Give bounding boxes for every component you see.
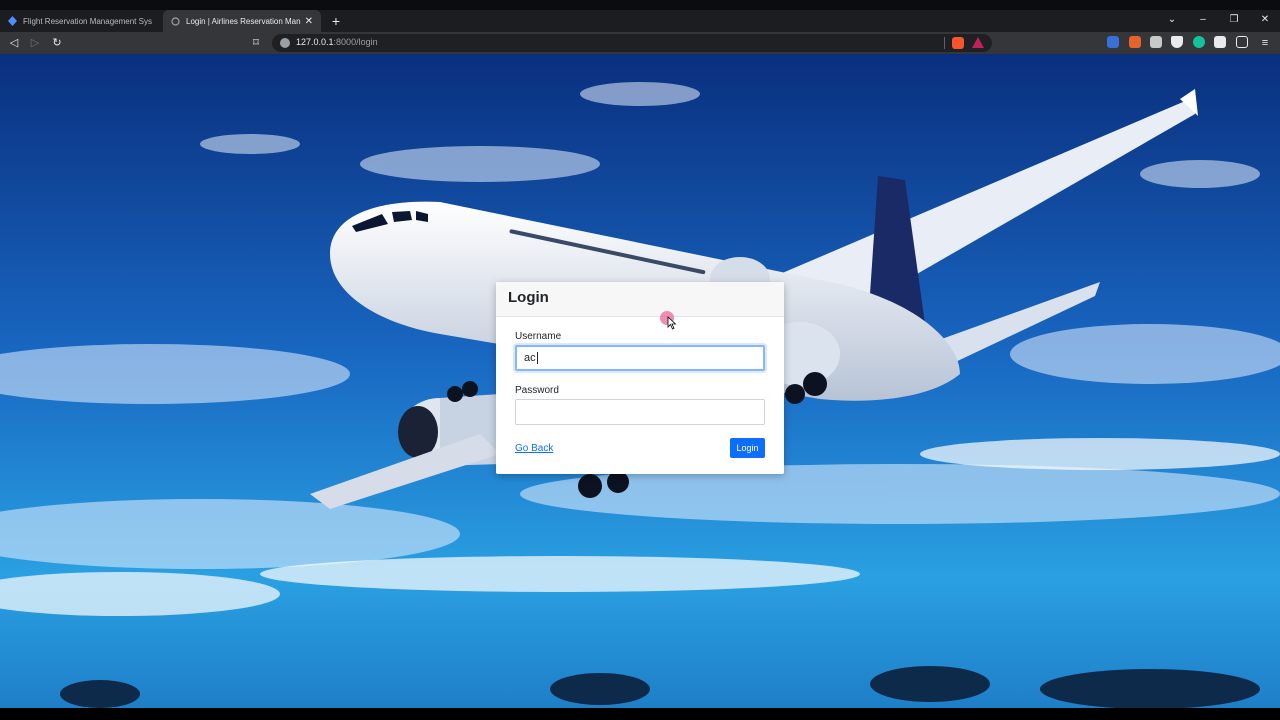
- tab-title: Flight Reservation Management Syste: [23, 16, 152, 26]
- window-top-strip: [0, 0, 1280, 10]
- camera-extension-icon[interactable]: [1150, 36, 1162, 48]
- tab-login[interactable]: Login | Airlines Reservation Mana ✕: [163, 10, 321, 32]
- browser-toolbar: ◁ ▷ ↻ ⌑ 127.0.0.1:8000/login ≡: [0, 32, 1280, 54]
- reload-icon[interactable]: ↻: [49, 35, 65, 51]
- minimize-icon[interactable]: –: [1193, 14, 1213, 28]
- form-actions: Go Back Login: [515, 435, 765, 465]
- bottom-strip: [0, 708, 1280, 720]
- password-label: Password: [515, 385, 559, 396]
- maximize-icon[interactable]: ❐: [1224, 14, 1244, 28]
- brave-shields-icon[interactable]: [952, 37, 964, 49]
- menu-icon[interactable]: ≡: [1257, 35, 1273, 51]
- go-back-link[interactable]: Go Back: [515, 443, 553, 454]
- password-input[interactable]: [515, 399, 765, 425]
- site-info-icon[interactable]: [280, 38, 290, 48]
- new-tab-button[interactable]: +: [328, 13, 344, 29]
- divider: [944, 37, 945, 49]
- wallet-icon[interactable]: [1236, 36, 1248, 48]
- back-icon[interactable]: ◁: [6, 35, 22, 51]
- login-title: Login: [508, 289, 549, 306]
- extension-icon[interactable]: [1129, 36, 1141, 48]
- translate-extension-icon[interactable]: [1107, 36, 1119, 48]
- username-label: Username: [515, 331, 562, 342]
- tab-strip: Flight Reservation Management Syste Logi…: [0, 10, 1280, 32]
- close-window-icon[interactable]: ✕: [1255, 14, 1275, 28]
- text-caret: [536, 352, 538, 365]
- brave-rewards-icon[interactable]: [972, 37, 984, 48]
- mouse-pointer-icon: [667, 316, 677, 330]
- login-form: Username ac Password Go Back Login: [496, 317, 784, 465]
- forward-icon[interactable]: ▷: [27, 35, 43, 51]
- grammarly-icon[interactable]: [1193, 36, 1205, 48]
- shield-extension-icon[interactable]: [1171, 36, 1183, 48]
- login-card: Login Username ac Password Go Back Login: [496, 282, 784, 474]
- bookmark-icon[interactable]: ⌑: [248, 35, 264, 51]
- username-input[interactable]: ac: [515, 345, 765, 371]
- tab-search-icon[interactable]: ⌄: [1162, 14, 1182, 28]
- tab-flight-reservation[interactable]: Flight Reservation Management Syste: [0, 10, 160, 32]
- username-value: ac: [524, 352, 536, 364]
- login-page: Login Username ac Password Go Back Login: [0, 54, 1280, 708]
- address-bar[interactable]: 127.0.0.1:8000/login: [272, 34, 992, 52]
- url-text[interactable]: 127.0.0.1:8000/login: [296, 37, 378, 47]
- app-icon: [8, 16, 17, 26]
- login-button[interactable]: Login: [730, 438, 765, 458]
- card-header: Login: [496, 282, 784, 317]
- puzzle-extensions-icon[interactable]: [1214, 36, 1226, 48]
- loading-icon: [171, 16, 180, 26]
- close-tab-icon[interactable]: ✕: [305, 16, 313, 27]
- tab-title: Login | Airlines Reservation Mana: [186, 16, 301, 26]
